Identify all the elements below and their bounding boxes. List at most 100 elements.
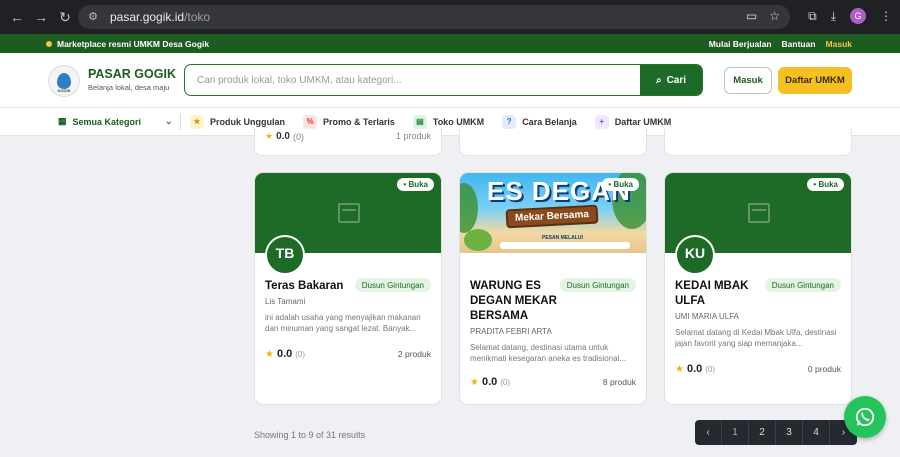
open-status-badge: • Buka xyxy=(807,178,844,191)
url-host: pasar.gogik.id xyxy=(110,10,185,24)
plus-icon: + xyxy=(594,114,609,129)
nav-item-featured[interactable]: ★ Produk Unggulan xyxy=(190,114,285,129)
store-rating: ★ 0.0 (0) xyxy=(675,363,715,375)
store-rating: ★ 0.0 (0) xyxy=(470,376,510,388)
nav-item-promo[interactable]: % Promo & Terlaris xyxy=(303,114,395,129)
store-banner: KU • Buka xyxy=(665,173,851,275)
nav-item-stores[interactable]: ▤ Toko UMKM xyxy=(412,114,484,129)
link-login-top[interactable]: Masuk xyxy=(826,39,852,49)
location-badge: Dusun Gintungan xyxy=(559,278,636,292)
page-1-button[interactable]: 1 xyxy=(722,420,749,445)
search-bar: ⌕ Cari xyxy=(184,64,703,96)
profile-avatar[interactable]: G xyxy=(850,8,866,24)
brand-name: PASAR GOGIK xyxy=(88,67,176,81)
whatsapp-button[interactable] xyxy=(844,396,886,438)
nav-item-how-to-shop[interactable]: ? Cara Belanja xyxy=(502,114,577,129)
store-banner-image: ES DEGAN Mekar Bersama PESAN MELALUI • B… xyxy=(460,173,646,253)
product-count: 0 produk xyxy=(807,364,841,374)
store-banner: TB • Buka xyxy=(255,173,441,275)
extensions-icon[interactable]: ⧉ xyxy=(808,9,817,24)
star-icon: ★ xyxy=(190,114,204,129)
banner-note: PESAN MELALUI xyxy=(542,235,583,241)
rating-score: 0.0 xyxy=(276,348,293,360)
status-dot-icon xyxy=(46,40,52,47)
star-icon: ★ xyxy=(470,376,479,388)
pagination: ‹ 1 2 3 4 › xyxy=(695,420,857,445)
store-name[interactable]: WARUNG ES DEGAN MEKAR BERSAMA xyxy=(470,279,560,324)
store-card[interactable]: KU • Buka KEDAI MBAK ULFA Dusun Gintunga… xyxy=(664,172,852,405)
store-owner: PRADITA FEBRI ARTA xyxy=(470,327,552,336)
search-button-label: Cari xyxy=(666,74,687,86)
store-rating: ★ 0.0 (0) xyxy=(265,348,305,360)
store-card[interactable]: TB • Buka Teras Bakaran Dusun Gintungan … xyxy=(254,172,442,405)
all-categories-label: Semua Kategori xyxy=(72,116,142,127)
nav-item-label: Daftar UMKM xyxy=(614,116,672,127)
prev-page-button[interactable]: ‹ xyxy=(695,420,722,445)
browser-toolbar: ← → ↻ ⚙ pasar.gogik.id/toko ▭ ☆ ⧉ ⤓ G ⋮ xyxy=(0,0,900,34)
search-input[interactable] xyxy=(185,65,640,95)
download-icon[interactable]: ⤓ xyxy=(831,9,836,24)
back-icon[interactable]: ← xyxy=(6,6,28,28)
rating-score: 0.0 xyxy=(481,376,498,388)
star-icon: ★ xyxy=(675,363,684,375)
store-placeholder-icon xyxy=(338,203,360,223)
store-card-partial[interactable] xyxy=(459,129,647,156)
location-badge: Dusun Gintungan xyxy=(354,278,431,292)
location-badge: Dusun Gintungan xyxy=(764,278,841,292)
bookmark-star-icon[interactable]: ☆ xyxy=(769,9,780,23)
store-icon: ▤ xyxy=(412,114,427,129)
site-logo[interactable]: GOGIK xyxy=(48,65,80,97)
link-start-selling[interactable]: Mulai Berjualan xyxy=(709,39,772,49)
store-card[interactable]: ES DEGAN Mekar Bersama PESAN MELALUI • B… xyxy=(459,172,647,405)
page-4-button[interactable]: 4 xyxy=(803,420,830,445)
star-icon: ★ xyxy=(265,348,274,360)
site-header: GOGIK PASAR GOGIK Belanja lokal, desa ma… xyxy=(0,53,900,108)
store-description: Selamat datang, destinasi utama untuk me… xyxy=(470,343,627,363)
store-grid: ★ 0.0 (0) 1 produk TB • Buka Teras Bakar… xyxy=(0,129,900,457)
store-name[interactable]: KEDAI MBAK ULFA xyxy=(675,279,755,309)
page-2-button[interactable]: 2 xyxy=(749,420,776,445)
forward-icon[interactable]: → xyxy=(30,6,52,28)
store-owner: Lis Tamami xyxy=(265,297,306,306)
open-status-badge: • Buka xyxy=(602,178,639,191)
nav-item-label: Cara Belanja xyxy=(522,116,577,127)
brand[interactable]: PASAR GOGIK Belanja lokal, desa maju xyxy=(88,67,176,92)
divider xyxy=(180,114,181,130)
percent-icon: % xyxy=(303,114,317,129)
store-description: Selamat datang di Kedai Mbak Ulfa, desti… xyxy=(675,328,837,348)
palm-leaf-decoration xyxy=(460,183,478,233)
question-icon: ? xyxy=(502,114,517,129)
nav-item-register[interactable]: + Daftar UMKM xyxy=(594,114,672,129)
register-umkm-button[interactable]: Daftar UMKM xyxy=(778,67,852,94)
reload-icon[interactable]: ↻ xyxy=(54,6,76,28)
rating-score: 0.0 xyxy=(276,131,290,142)
star-icon: ★ xyxy=(265,131,274,141)
url-path: /toko xyxy=(184,10,211,24)
store-card-partial[interactable]: ★ 0.0 (0) 1 produk xyxy=(254,129,442,156)
login-button[interactable]: Masuk xyxy=(724,67,772,94)
status-text: Buka xyxy=(408,180,428,189)
search-button[interactable]: ⌕ Cari xyxy=(640,65,702,95)
site-info-icon[interactable]: ⚙ xyxy=(86,10,100,24)
water-drop-icon xyxy=(57,73,71,89)
store-placeholder-icon xyxy=(748,203,770,223)
product-count: 8 produk xyxy=(602,377,636,387)
product-count: 1 produk xyxy=(395,131,431,141)
store-description: ini adalah usaha yang menyajikan makanan… xyxy=(265,313,421,333)
open-status-badge: • Buka xyxy=(397,178,434,191)
rating-score: 0.0 xyxy=(686,363,703,375)
status-text: Buka xyxy=(613,180,633,189)
all-categories-button[interactable]: ▦ Semua Kategori xyxy=(58,116,141,127)
banner-contact-strip xyxy=(500,242,630,249)
address-bar[interactable]: ⚙ pasar.gogik.id/toko ▭ ☆ xyxy=(78,5,790,29)
page-3-button[interactable]: 3 xyxy=(776,420,803,445)
nav-item-label: Produk Unggulan xyxy=(210,116,285,127)
whatsapp-icon xyxy=(855,407,875,427)
chevron-down-icon[interactable]: ⌄ xyxy=(165,116,173,127)
store-card-partial[interactable] xyxy=(664,129,852,156)
menu-dots-icon[interactable]: ⋮ xyxy=(880,9,892,23)
link-help[interactable]: Bantuan xyxy=(782,39,816,49)
status-text: Buka xyxy=(818,180,838,189)
brand-tagline: Belanja lokal, desa maju xyxy=(88,83,170,92)
cast-icon[interactable]: ▭ xyxy=(746,9,757,23)
